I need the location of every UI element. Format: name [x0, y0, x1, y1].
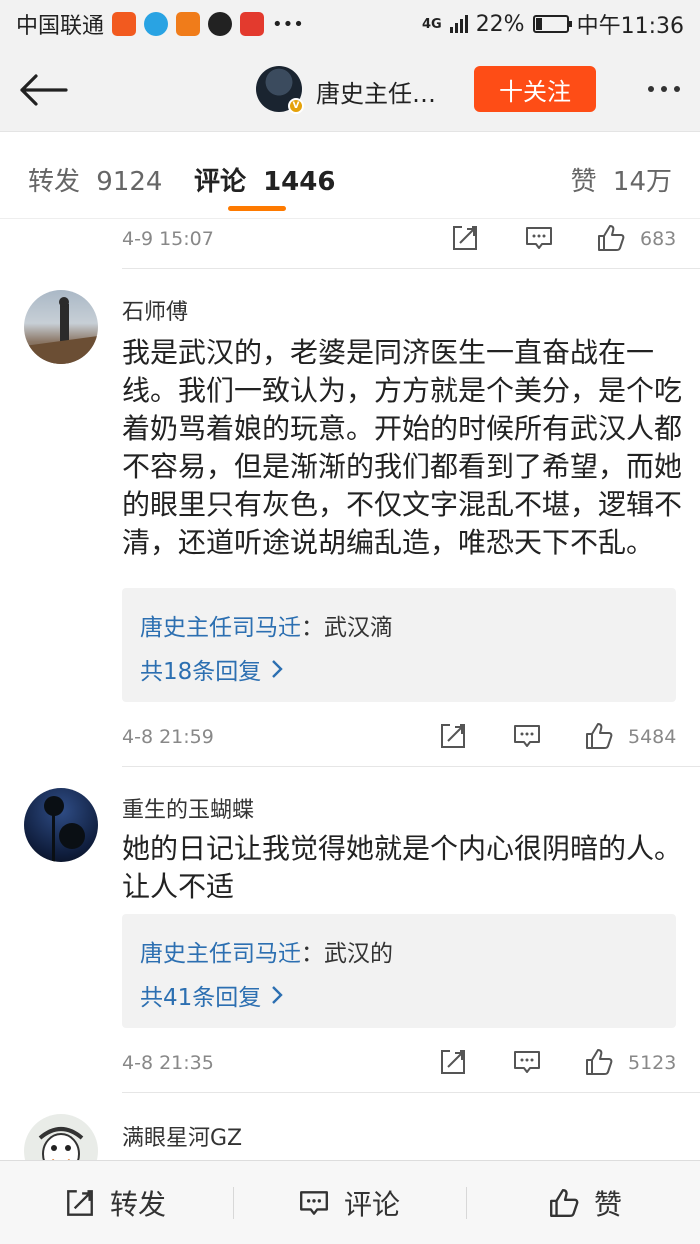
comment-icon[interactable]: [512, 1047, 542, 1077]
reply-count: 共18条回复: [140, 659, 262, 685]
dot-icon: [674, 86, 680, 92]
chat-notification-icon: [208, 12, 233, 36]
tab-bar: 转发 9124 评论 1446 赞 14万: [0, 133, 700, 219]
back-arrow-icon: [20, 74, 68, 106]
tab-count: 9124: [96, 167, 163, 197]
commenter-name[interactable]: 石师傅: [122, 294, 188, 326]
like-count: 5123: [628, 1052, 677, 1074]
comment-time: 4-8 21:35: [122, 1052, 214, 1074]
commenter-avatar[interactable]: [24, 788, 98, 862]
divider: [122, 766, 700, 767]
dot-icon: [661, 86, 667, 92]
reply-author[interactable]: 唐史主任司马迁: [140, 615, 301, 641]
like-icon[interactable]: [596, 223, 626, 253]
app-notification-icon: [240, 12, 265, 36]
reply-line: 唐史主任司马迁：武汉的: [140, 941, 393, 967]
more-options-button[interactable]: [648, 74, 680, 104]
battery-icon: [532, 15, 572, 33]
tab-count: 14万: [612, 167, 672, 197]
back-button[interactable]: [18, 68, 68, 112]
avatar-photo: [24, 297, 98, 364]
repost-icon[interactable]: [438, 721, 468, 751]
app-notification-icon: [176, 12, 201, 36]
like-icon[interactable]: [584, 721, 614, 751]
tab-label: 赞: [570, 167, 597, 197]
reply-preview[interactable]: 唐史主任司马迁：武汉的 共41条回复: [122, 914, 676, 1028]
carrier-label: 中国联通: [16, 14, 105, 39]
repost-label: 转发: [110, 1188, 167, 1221]
comment-meta-row: 4-8 21:59 5484: [0, 718, 700, 758]
reply-text: 武汉滴: [324, 615, 393, 641]
verified-badge-icon: V: [288, 98, 304, 114]
like-label: 赞: [594, 1188, 623, 1221]
reply-text: 武汉的: [324, 941, 393, 967]
chevron-right-icon: [272, 986, 283, 1004]
tab-likes[interactable]: 赞 14万: [571, 161, 672, 198]
comment-icon: [300, 1191, 328, 1215]
separator: [466, 1187, 467, 1219]
repost-icon[interactable]: [450, 223, 480, 253]
page-header: V 唐史主任… 十关注: [0, 48, 700, 132]
author-name[interactable]: 唐史主任…: [316, 74, 436, 109]
comment-icon[interactable]: [512, 721, 542, 751]
comment-time: 4-9 15:07: [122, 228, 214, 250]
status-bar: 中国联通 ••• 4G 22% 中午11:36: [0, 0, 700, 48]
tab-reposts[interactable]: 转发 9124: [28, 161, 162, 198]
like-icon[interactable]: [584, 1047, 614, 1077]
battery-percent: 22%: [475, 11, 525, 37]
repost-icon: [67, 1190, 93, 1216]
signal-icon: [449, 15, 468, 33]
comment-button[interactable]: 评论: [298, 1161, 400, 1244]
comment-text: 我是武汉的，老婆是同济医生一直奋战在一线。我们一致认为，方方就是个美分，是个吃着…: [122, 336, 683, 559]
tab-label: 评论: [194, 167, 247, 197]
reply-count: 共41条回复: [140, 985, 262, 1011]
follow-button[interactable]: 十关注: [474, 66, 596, 112]
reply-preview[interactable]: 唐史主任司马迁：武汉滴 共18条回复: [122, 588, 676, 702]
comment-meta-row: 4-8 21:35 5123: [0, 1044, 700, 1084]
like-count: 5484: [628, 726, 677, 748]
view-replies-link[interactable]: 共18条回复: [140, 652, 283, 686]
commenter-name[interactable]: 满眼星河GZ: [122, 1120, 242, 1152]
tab-count: 1446: [263, 167, 336, 197]
like-button[interactable]: 赞: [548, 1161, 622, 1244]
clock: 中午11:36: [576, 14, 684, 39]
like-icon: [550, 1189, 579, 1217]
comment-time: 4-8 21:59: [122, 726, 214, 748]
comment-text: 她的日记让我觉得她就是个内心很阴暗的人。让人不适: [122, 832, 683, 903]
commenter-avatar[interactable]: [24, 290, 98, 364]
divider: [122, 1092, 700, 1093]
comment-icon[interactable]: [524, 223, 554, 253]
bottom-action-bar: 转发 评论 赞: [0, 1160, 700, 1244]
reply-line: 唐史主任司马迁：武汉滴: [140, 615, 393, 641]
repost-button[interactable]: 转发: [64, 1161, 166, 1244]
active-tab-indicator: [228, 206, 286, 211]
tab-label: 转发: [28, 167, 81, 197]
network-type: 4G: [421, 16, 442, 32]
view-replies-link[interactable]: 共41条回复: [140, 978, 283, 1012]
app-notification-icon: [112, 12, 137, 36]
tab-comments[interactable]: 评论 1446: [194, 161, 335, 198]
app-notification-icon: [144, 12, 169, 36]
comment-meta-row: 4-9 15:07 683: [0, 220, 700, 260]
dot-icon: [648, 86, 654, 92]
repost-icon[interactable]: [438, 1047, 468, 1077]
separator: [233, 1187, 234, 1219]
reply-author[interactable]: 唐史主任司马迁: [140, 941, 301, 967]
like-count: 683: [640, 228, 677, 250]
author-avatar[interactable]: V: [256, 66, 304, 114]
more-notifications-icon: •••: [272, 13, 304, 35]
chevron-right-icon: [272, 660, 283, 678]
commenter-name[interactable]: 重生的玉蝴蝶: [122, 792, 254, 824]
comment-label: 评论: [344, 1188, 401, 1221]
avatar-photo: [44, 796, 85, 862]
divider: [122, 268, 700, 269]
